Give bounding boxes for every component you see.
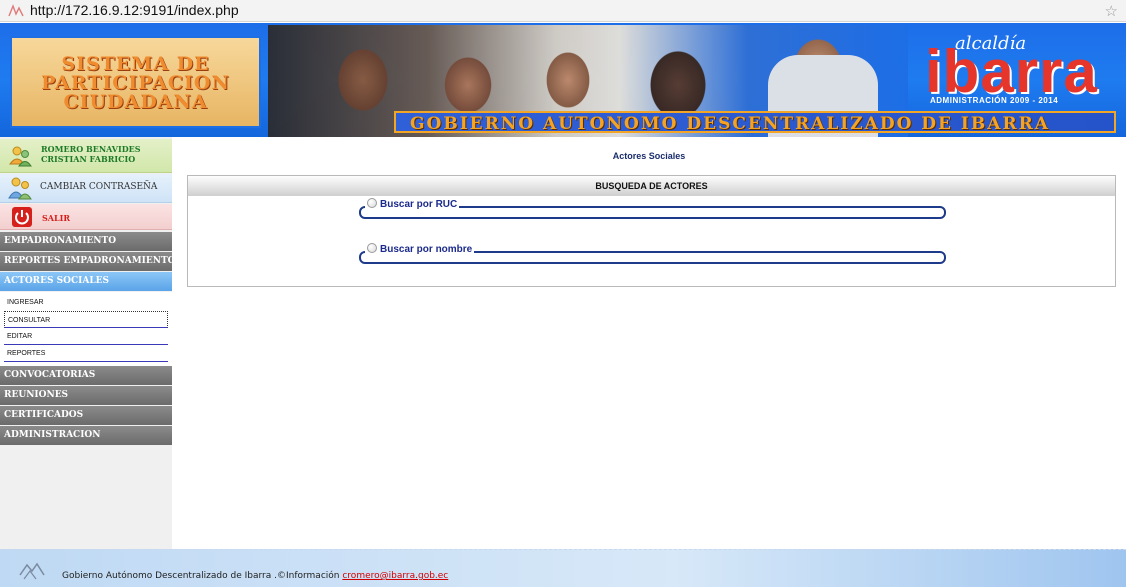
submenu-item-ingresar[interactable]: INGRESAR: [4, 294, 168, 311]
actores-submenu: INGRESAR CONSULTAR EDITAR REPORTES: [0, 292, 172, 366]
search-name-radio[interactable]: [367, 243, 377, 253]
user-icon: [9, 146, 32, 167]
users-key-icon: [8, 177, 32, 200]
search-name-legend: Buscar por nombre: [365, 243, 475, 255]
menu-item-administracion[interactable]: ADMINISTRACION: [0, 426, 172, 445]
user-name-line1: ROMERO BENAVIDES: [41, 144, 141, 154]
main-content: Actores Sociales BUSQUEDA DE ACTORES Bus…: [172, 137, 1126, 549]
submenu-item-reportes[interactable]: REPORTES: [4, 345, 168, 362]
government-strip: GOBIERNO AUTONOMO DESCENTRALIZADO DE IBA…: [394, 111, 1116, 134]
logo-name: ibarra: [925, 38, 1098, 105]
search-name-fieldset: Buscar por nombre: [359, 243, 946, 264]
bookmark-star-icon[interactable]: ☆: [1105, 2, 1118, 20]
main-menu: EMPADRONAMIENTO REPORTES EMPADRONAMIENTO…: [0, 232, 176, 446]
change-password-label: CAMBIAR CONTRASEÑA: [40, 182, 158, 192]
menu-item-certificados[interactable]: CERTIFICADOS: [0, 406, 172, 425]
system-title-line3: CIUDADANA: [63, 91, 208, 113]
menu-item-reportes-empadronamiento[interactable]: REPORTES EMPADRONAMIENTO: [0, 252, 176, 271]
power-icon: [12, 207, 32, 227]
submenu-item-consultar[interactable]: CONSULTAR: [4, 311, 168, 328]
footer-logo-icon: [19, 562, 45, 580]
submenu-item-editar[interactable]: EDITAR: [4, 328, 168, 345]
system-title-box: SISTEMA DE PARTICIPACION CIUDADANA: [10, 36, 261, 128]
logout-label: SALIR: [42, 213, 70, 223]
user-info: ROMERO BENAVIDES CRISTIAN FABRICIO: [0, 139, 172, 173]
search-ruc-fieldset: Buscar por RUC: [359, 198, 946, 219]
logo-subtitle: ADMINISTRACIÓN 2009 - 2014: [930, 96, 1059, 105]
search-panel-title: BUSQUEDA DE ACTORES: [188, 176, 1115, 196]
search-ruc-label[interactable]: Buscar por RUC: [380, 199, 457, 210]
footer-copyright: Gobierno Autónomo Descentralizado de Iba…: [62, 571, 343, 581]
user-name: ROMERO BENAVIDES CRISTIAN FABRICIO: [41, 144, 141, 164]
government-strip-text: GOBIERNO AUTONOMO DESCENTRALIZADO DE IBA…: [410, 114, 1050, 134]
footer-text: Gobierno Autónomo Descentralizado de Iba…: [62, 571, 448, 581]
page-title: Actores Sociales: [612, 151, 686, 161]
menu-item-reuniones[interactable]: REUNIONES: [0, 386, 172, 405]
url-text[interactable]: http://172.16.9.12:9191/index.php: [30, 2, 239, 18]
address-bar[interactable]: http://172.16.9.12:9191/index.php ☆: [0, 0, 1126, 22]
footer: Gobierno Autónomo Descentralizado de Iba…: [0, 549, 1126, 587]
user-name-line2: CRISTIAN FABRICIO: [41, 154, 136, 164]
logout-button[interactable]: SALIR: [0, 204, 172, 230]
footer-email-link[interactable]: cromero@ibarra.gob.ec: [342, 571, 448, 581]
sidebar: ROMERO BENAVIDES CRISTIAN FABRICIO CAMBI…: [0, 137, 176, 549]
menu-item-empadronamiento[interactable]: EMPADRONAMIENTO: [0, 232, 172, 251]
search-ruc-radio[interactable]: [367, 198, 377, 208]
site-favicon-icon: [8, 4, 24, 17]
search-panel: BUSQUEDA DE ACTORES Buscar por RUC Busca…: [187, 175, 1116, 287]
search-name-label[interactable]: Buscar por nombre: [380, 244, 472, 255]
menu-item-actores-sociales[interactable]: ACTORES SOCIALES: [0, 272, 172, 291]
search-ruc-legend: Buscar por RUC: [365, 198, 460, 210]
change-password-link[interactable]: CAMBIAR CONTRASEÑA: [0, 174, 172, 203]
menu-item-convocatorias[interactable]: CONVOCATORIAS: [0, 366, 172, 385]
header-banner: SISTEMA DE PARTICIPACION CIUDADANA alcal…: [0, 23, 1126, 137]
